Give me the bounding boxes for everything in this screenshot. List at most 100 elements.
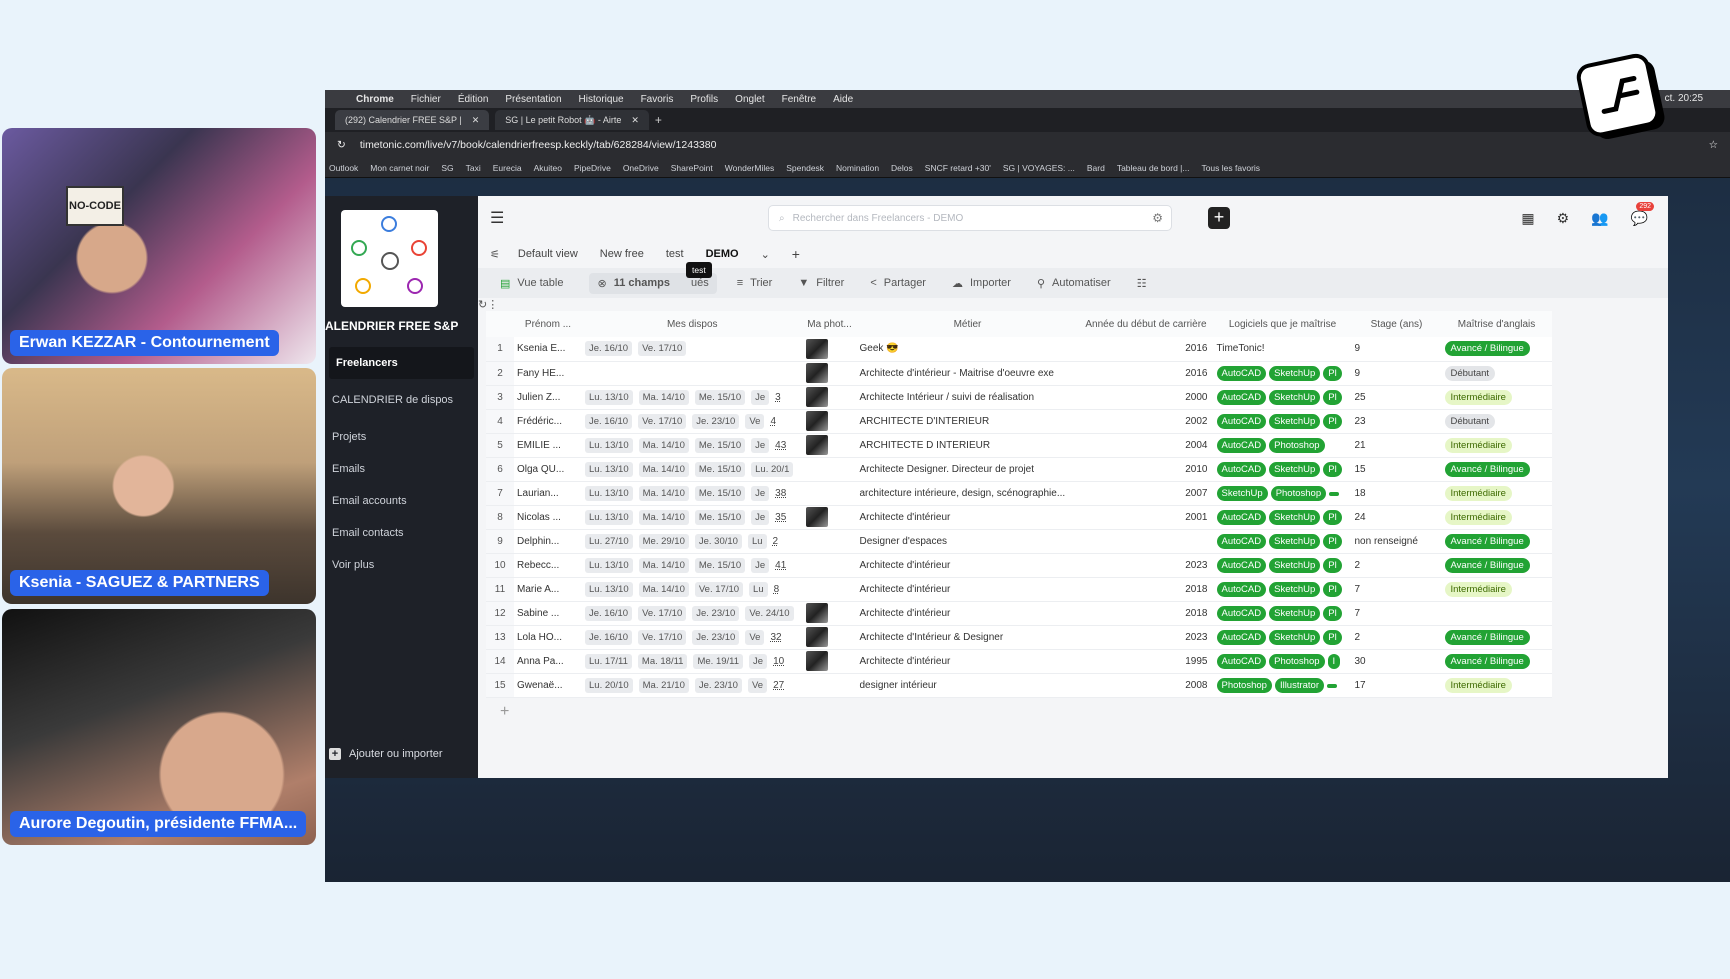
column-header-anglais[interactable]: Maîtrise d'anglais [1441,311,1552,337]
view-tab-demo[interactable]: DEMO [706,248,739,260]
settings-gear-icon[interactable]: ⚙ [1557,210,1570,227]
bookmark[interactable]: SharePoint [671,163,713,173]
metier-cell[interactable]: Architecte d'intérieur [856,601,1079,626]
video-tile-erwan[interactable]: NO-CODE Erwan KEZZAR - Contournement [2,128,316,364]
annee-cell[interactable]: 2004 [1078,433,1214,458]
photo-cell[interactable] [802,361,857,386]
menu-item[interactable]: Onglet [735,94,764,105]
dispos-cell[interactable]: Lu. 20/10 Ma. 21/10 Je. 23/10 Ve 27 [582,673,803,698]
table-row[interactable]: 10 Rebecc... Lu. 13/10 Ma. 14/10 Me. 15/10 Je… [486,553,1552,578]
menu-item[interactable]: Aide [833,94,853,105]
annee-cell[interactable]: 2016 [1078,337,1214,362]
table-row[interactable]: 13 Lola HO... Je. 16/10 Ve. 17/10 Je. 23/10 V… [486,625,1552,650]
stage-cell[interactable]: 18 [1351,481,1442,506]
refresh-icon[interactable]: ↻ [478,298,487,311]
anglais-cell[interactable] [1441,601,1552,626]
photo-thumbnail[interactable] [805,627,828,647]
name-cell[interactable]: Delphin... [514,529,582,554]
logiciels-cell[interactable]: Photoshop Illustrator [1213,673,1352,698]
row-index-cell[interactable]: 2 [486,361,514,386]
bookmark[interactable]: Eurecia [493,163,522,173]
menu-app-name[interactable]: Chrome [356,94,394,105]
bookmark[interactable]: Mon carnet noir [370,163,429,173]
anglais-cell[interactable]: Débutant [1441,361,1552,386]
logiciels-cell[interactable]: AutoCAD SketchUp Pl [1213,361,1352,386]
video-tile-aurore[interactable]: Aurore Degoutin, présidente FFMA... [2,609,316,845]
photo-cell[interactable] [802,457,857,482]
metier-cell[interactable]: Architecte d'Intérieur & Designer [856,625,1079,650]
anglais-cell[interactable]: Avancé / Bilingue [1441,529,1552,554]
column-header-stage[interactable]: Stage (ans) [1351,311,1442,337]
metier-cell[interactable]: Architecte d'intérieur [856,577,1079,602]
dispos-cell[interactable]: Lu. 13/10 Ma. 14/10 Me. 15/10 Je 3 [582,385,803,410]
annee-cell[interactable]: 2010 [1078,457,1214,482]
stage-cell[interactable]: 25 [1351,385,1442,410]
sidebar-item-voir-plus[interactable]: Voir plus [325,549,478,581]
browser-tab[interactable]: SG | Le petit Robot 🤖 - Airte ✕ [495,110,649,130]
name-cell[interactable]: Lola HO... [514,625,582,650]
bookmark[interactable]: Bard [1087,163,1105,173]
table-row[interactable]: 14 Anna Pa... Lu. 17/11 Ma. 18/11 Me. 19/11 J… [486,649,1552,674]
stage-cell[interactable]: 2 [1351,625,1442,650]
photo-thumbnail[interactable] [805,435,828,455]
stage-cell[interactable]: 23 [1351,409,1442,434]
bookmark[interactable]: Taxi [466,163,481,173]
logiciels-cell[interactable]: TimeTonic! [1213,337,1352,362]
name-cell[interactable]: Rebecc... [514,553,582,578]
table-row[interactable]: 2 Fany HE... Architecte d'intérieur - Mait… [486,361,1552,386]
logiciels-cell[interactable]: AutoCAD SketchUp Pl [1213,409,1352,434]
sidebar-item-projets[interactable]: Projets [325,421,478,453]
photo-cell[interactable] [802,577,857,602]
table-row[interactable]: 6 Olga QU... Lu. 13/10 Ma. 14/10 Me. 15/10 Lu… [486,457,1552,482]
table-view-button[interactable]: ▤ Vue table [500,277,563,290]
table-row[interactable]: 15 Gwenaë... Lu. 20/10 Ma. 21/10 Je. 23/10 Ve… [486,673,1552,698]
annee-cell[interactable]: 1995 [1078,649,1214,674]
logiciels-cell[interactable]: AutoCAD SketchUp Pl [1213,529,1352,554]
close-tab-icon[interactable]: ✕ [631,115,639,126]
dispos-cell[interactable]: Je. 16/10 Ve. 17/10 [582,337,803,362]
name-cell[interactable]: Laurian... [514,481,582,506]
metier-cell[interactable]: Architecte Intérieur / suivi de réalisat… [856,385,1079,410]
star-icon[interactable]: ☆ [1709,139,1718,151]
photo-thumbnail[interactable] [805,651,828,671]
dispos-cell[interactable]: Je. 16/10 Ve. 17/10 Je. 23/10 Ve 4 [582,409,803,434]
bookmark[interactable]: Delos [891,163,913,173]
anglais-cell[interactable]: Avancé / Bilingue [1441,457,1552,482]
add-row-button[interactable]: + [478,698,1668,726]
row-index-cell[interactable]: 5 [486,433,514,458]
dispos-cell[interactable] [582,361,803,386]
metier-cell[interactable]: Designer d'espaces [856,529,1079,554]
stage-cell[interactable]: 15 [1351,457,1442,482]
photo-cell[interactable] [802,505,857,530]
sidebar-item-emails[interactable]: Emails [325,453,478,485]
table-row[interactable]: 12 Sabine ... Je. 16/10 Ve. 17/10 Je. 23/10 V… [486,601,1552,626]
name-cell[interactable]: Ksenia E... [514,337,582,362]
row-height-icon[interactable]: ☷ [1137,277,1147,290]
annee-cell[interactable] [1078,529,1214,554]
dispos-cell[interactable]: Lu. 13/10 Ma. 14/10 Me. 15/10 Je 38 [582,481,803,506]
automate-button[interactable]: ⚲ Automatiser [1037,277,1111,290]
metier-cell[interactable]: Architecte Designer. Directeur de projet [856,457,1079,482]
search-box[interactable]: ⌕ Rechercher dans Freelancers - DEMO ⚙ [768,205,1172,231]
anglais-cell[interactable]: Intermédiaire [1441,481,1552,506]
annee-cell[interactable]: 2008 [1078,673,1214,698]
anglais-cell[interactable]: Intermédiaire [1441,433,1552,458]
anglais-cell[interactable]: Avancé / Bilingue [1441,337,1552,362]
menu-item[interactable]: Fenêtre [782,94,816,105]
row-index-cell[interactable]: 9 [486,529,514,554]
menu-item[interactable]: Édition [458,94,489,105]
row-index-cell[interactable]: 3 [486,385,514,410]
photo-cell[interactable] [802,409,857,434]
name-cell[interactable]: Fany HE... [514,361,582,386]
menu-item[interactable]: Présentation [505,94,561,105]
row-index-cell[interactable]: 7 [486,481,514,506]
logiciels-cell[interactable]: AutoCAD SketchUp Pl [1213,553,1352,578]
anglais-cell[interactable]: Intermédiaire [1441,673,1552,698]
annee-cell[interactable]: 2002 [1078,409,1214,434]
menu-item[interactable]: Profils [690,94,718,105]
chevron-down-icon[interactable]: ⌄ [761,248,770,261]
metier-cell[interactable]: architecture intérieure, design, scénogr… [856,481,1079,506]
row-index-cell[interactable]: 11 [486,577,514,602]
photo-cell[interactable] [802,601,857,626]
stage-cell[interactable]: 2 [1351,553,1442,578]
